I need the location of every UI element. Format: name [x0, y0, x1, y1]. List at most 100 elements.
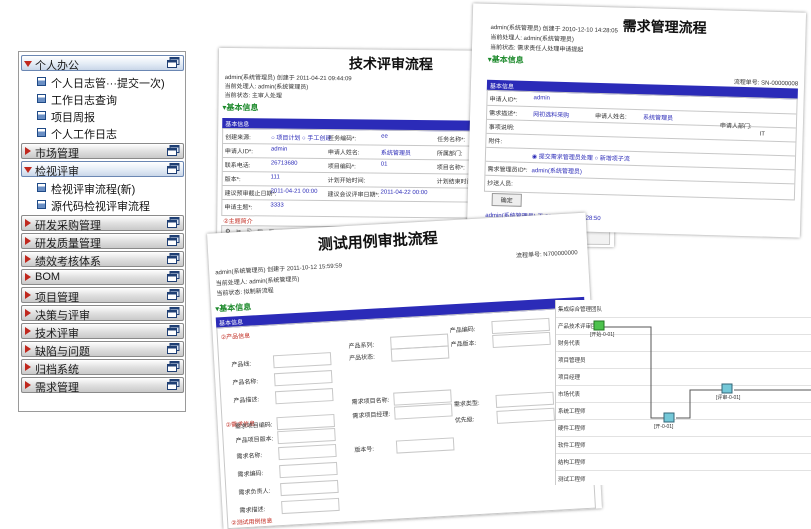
workflow-node-3[interactable] [721, 383, 733, 394]
testcase-field-input[interactable] [495, 391, 555, 408]
testcase-field-label: 产品系列: [348, 342, 375, 351]
testcase-field-label: 需求项目编码: [234, 422, 273, 431]
menu-item-2-1[interactable]: 源代码检视评审流程 [20, 196, 185, 213]
document-icon [37, 77, 46, 86]
form-field-label: 创建来源: [225, 134, 251, 142]
menu-category-12[interactable]: 需求管理 [21, 377, 184, 394]
menu-category-0[interactable]: 个人办公 [21, 55, 184, 72]
testcase-group-testcase: ②测试用例信息 [231, 518, 273, 527]
workflow-node-2[interactable] [663, 412, 675, 423]
form-field-value[interactable]: 系统管理员 [643, 112, 673, 122]
testcase-field-input[interactable] [390, 345, 450, 362]
menu-category-label: 项目管理 [35, 292, 79, 304]
testcase-field-label: 产品项目版本: [235, 436, 274, 445]
node-label-2: [开-0-01] [654, 424, 674, 430]
testcase-section-basic: ▾基本信息 [214, 302, 252, 314]
menu-category-10[interactable]: 缺陷与问题 [21, 341, 184, 358]
testcase-field-input[interactable] [280, 479, 339, 497]
collapsed-arrow-icon [25, 237, 31, 245]
form-field-label: 需求描述*: [489, 110, 518, 118]
tech-review-section-label: 基本信息 [226, 103, 259, 113]
requirement-serial: 流程单号: SN-00000008 [733, 79, 799, 88]
form-field-value[interactable]: 3333 [270, 202, 283, 208]
collapsed-arrow-icon [25, 147, 31, 155]
collapsed-arrow-icon [25, 255, 31, 263]
requirement-meta-status: 当前状态: 需求责任人处理申请提起 [489, 44, 584, 54]
testcase-field-input[interactable] [273, 370, 333, 387]
menu-item-0-1[interactable]: 工作日志查询 [20, 90, 185, 107]
form-field-value[interactable]: ee [381, 134, 388, 140]
testcase-field-input[interactable] [278, 443, 337, 461]
form-row-divider [485, 174, 795, 185]
requirement-dept-value: IT [759, 131, 766, 138]
menu-category-1[interactable]: 市场管理 [21, 143, 184, 160]
menu-category-9[interactable]: 技术评审 [21, 323, 184, 340]
confirm-button[interactable]: 确定 [491, 192, 522, 207]
menu-category-3[interactable]: 研发采购管理 [21, 215, 184, 232]
document-icon [37, 183, 46, 192]
form-field-value[interactable]: admin(系统管理员) [531, 165, 582, 175]
menu-category-5[interactable]: 绩效考核体系 [21, 251, 184, 268]
menu-category-label: 个人办公 [35, 60, 79, 72]
form-field-value[interactable]: 26713680 [271, 160, 298, 166]
testcase-field-label: 产品版本: [450, 340, 477, 349]
testcase-field-input[interactable] [274, 388, 334, 405]
windows-icon [167, 163, 180, 174]
collapsed-arrow-icon [25, 219, 31, 227]
testcase-field-input[interactable] [395, 437, 455, 454]
menu-category-6[interactable]: BOM [21, 269, 184, 285]
form-field-value[interactable]: admin [271, 146, 287, 152]
testcase-field-input[interactable] [492, 331, 551, 349]
menu-category-8[interactable]: 决策与评审 [21, 305, 184, 322]
testcase-field-label: 产品状态: [349, 354, 376, 363]
form-field-value[interactable]: 2011-04-21 00:00 [271, 188, 318, 194]
menu-item-label: 工作日志查询 [51, 95, 117, 107]
form-field-value[interactable]: 网初选料采购 [533, 109, 569, 119]
menu-category-label: 技术评审 [35, 328, 79, 340]
windows-icon [167, 325, 180, 336]
menu-item-0-0[interactable]: 个人日志管···提交一次) [20, 73, 185, 90]
form-field-value[interactable]: 01 [381, 162, 388, 168]
menu-item-0-2[interactable]: 项目周报 [20, 107, 185, 124]
form-field-label: 项目名称*: [436, 165, 465, 172]
windows-icon [167, 361, 180, 372]
menu-item-label: 源代码检视评审流程 [51, 201, 150, 213]
menu-item-2-0[interactable]: 检视评审流程(新) [20, 179, 185, 196]
testcase-field-input[interactable] [279, 461, 338, 479]
windows-icon [167, 307, 180, 318]
menu-category-label: BOM [35, 271, 61, 283]
form-field-value[interactable]: 系统管理员 [381, 148, 411, 157]
testcase-field-label: 产品描述: [233, 397, 260, 405]
workflow-start-node[interactable] [593, 320, 605, 331]
menu-category-11[interactable]: 归档系统 [21, 359, 184, 376]
form-field-value[interactable]: 2011-04-22 00:00 [380, 190, 427, 196]
menu-category-2[interactable]: 检视评审 [21, 161, 184, 178]
testcase-field-label: 需求编码: [237, 471, 264, 479]
form-field-label: 申请主题*: [224, 204, 253, 212]
form-field-value[interactable]: ◉ 提交需求管理员处理 ○ 新增项子流 [532, 151, 630, 163]
testcase-form-screenshot: 测试用例审批流程 admin(系统管理员) 创建于 2011-10-12 15:… [207, 212, 602, 529]
testcase-field-input[interactable] [272, 352, 332, 369]
menu-category-7[interactable]: 项目管理 [21, 287, 184, 304]
testcase-section-label: 基本信息 [219, 302, 252, 314]
menu-item-0-3[interactable]: 个人工作日志 [20, 124, 185, 141]
testcase-field-input[interactable] [393, 403, 453, 420]
testcase-field-input[interactable] [281, 497, 340, 515]
testcase-field-label: 版本号: [354, 446, 375, 454]
menu-category-label: 需求管理 [35, 382, 79, 394]
testcase-field-label: 需求项目经理: [352, 411, 391, 420]
form-field-value[interactable]: ○ 项目计划 ○ 手工创建 [271, 132, 331, 142]
form-field-value[interactable]: 111 [271, 174, 280, 180]
form-field-value[interactable]: admin [534, 95, 551, 101]
windows-icon [167, 379, 180, 390]
testcase-field-input[interactable] [277, 427, 336, 445]
testcase-meta-status: 当前状态: 拟制新流程 [216, 288, 274, 298]
workflow-link-1 [602, 326, 664, 419]
menu-category-label: 市场管理 [35, 148, 79, 160]
form-field-label: 版本*: [224, 176, 241, 184]
requirement-dept-label: 申请人部门: [719, 123, 752, 131]
windows-icon [167, 253, 180, 264]
testcase-field-input[interactable] [496, 407, 556, 424]
requirement-section-basic: ▾基本信息 [487, 54, 524, 65]
menu-category-4[interactable]: 研发质量管理 [21, 233, 184, 250]
